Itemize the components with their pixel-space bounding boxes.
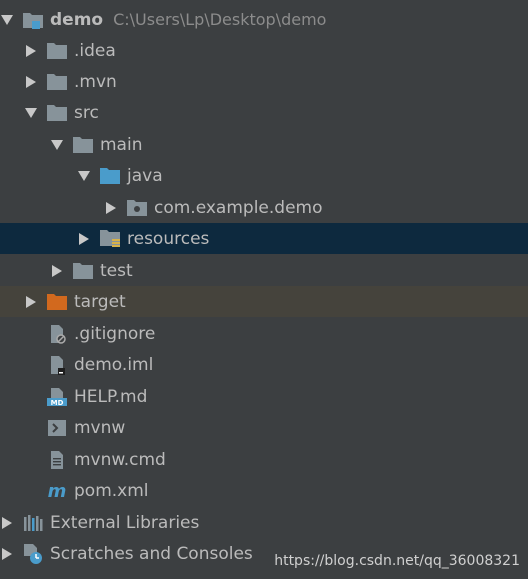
package-icon: [126, 198, 148, 218]
watermark-url: https://blog.csdn.net/qq_36008321: [274, 553, 520, 569]
expanded-arrow-icon[interactable]: [77, 169, 91, 183]
collapsed-arrow-icon[interactable]: [24, 44, 38, 58]
tree-label: External Libraries: [50, 512, 200, 533]
tree-row-package[interactable]: com.example.demo: [0, 192, 528, 223]
tree-row-idea[interactable]: .idea: [0, 35, 528, 66]
tree-row-mvnw-cmd[interactable]: mvnw.cmd: [0, 444, 528, 475]
expanded-arrow-icon[interactable]: [24, 106, 38, 120]
tree-row-pom-xml[interactable]: m pom.xml: [0, 475, 528, 506]
collapsed-arrow-icon[interactable]: [24, 75, 38, 89]
collapsed-arrow-icon[interactable]: [104, 201, 118, 215]
tree-label: .idea: [74, 40, 116, 61]
folder-icon: [72, 135, 94, 155]
collapsed-arrow-icon[interactable]: [0, 516, 14, 530]
tree-label: .mvn: [74, 71, 117, 92]
tree-row-gitignore[interactable]: .gitignore: [0, 318, 528, 349]
folder-icon: [72, 261, 94, 281]
tree-row-mvn[interactable]: .mvn: [0, 66, 528, 97]
tree-label: src: [74, 102, 99, 123]
ignored-file-icon: [46, 324, 68, 344]
folder-icon: [46, 41, 68, 61]
tree-label: mvnw: [74, 417, 126, 438]
tree-label: HELP.md: [74, 386, 148, 407]
tree-label: resources: [127, 228, 210, 249]
module-folder-icon: [22, 10, 44, 30]
markdown-file-icon: MD: [46, 387, 68, 407]
folder-icon: [46, 103, 68, 123]
scratches-icon: [22, 543, 44, 564]
tree-row-main[interactable]: main: [0, 129, 528, 160]
svg-text:m: m: [48, 482, 67, 500]
iml-file-icon: [46, 355, 68, 375]
tree-label: target: [74, 291, 126, 312]
tree-row-resources[interactable]: resources: [0, 223, 528, 254]
tree-row-demo-iml[interactable]: demo.iml: [0, 349, 528, 380]
tree-label: .gitignore: [74, 323, 156, 344]
tree-row-src[interactable]: src: [0, 97, 528, 128]
tree-label: mvnw.cmd: [74, 449, 166, 470]
collapsed-arrow-icon[interactable]: [50, 264, 64, 278]
tree-row-target[interactable]: target: [0, 286, 528, 317]
tree-label: test: [100, 260, 133, 281]
tree-label: demo.iml: [74, 354, 154, 375]
tree-label: main: [100, 134, 143, 155]
maven-icon: m: [46, 481, 68, 501]
tree-label: java: [127, 165, 163, 186]
tree-row-external-libraries[interactable]: External Libraries: [0, 507, 528, 538]
project-path: C:\Users\Lp\Desktop\demo: [113, 10, 327, 29]
expanded-arrow-icon[interactable]: [50, 138, 64, 152]
shell-script-icon: [46, 418, 68, 438]
tree-row-help-md[interactable]: MD HELP.md: [0, 381, 528, 412]
tree-label: demo: [50, 9, 104, 30]
tree-row-demo[interactable]: demo C:\Users\Lp\Desktop\demo: [0, 4, 528, 35]
resources-folder-icon: [99, 229, 121, 249]
svg-text:MD: MD: [51, 399, 64, 407]
tree-label: com.example.demo: [154, 197, 323, 218]
text-file-icon: [46, 450, 68, 470]
folder-icon: [46, 72, 68, 92]
tree-label: pom.xml: [74, 480, 149, 501]
source-folder-icon: [99, 166, 121, 186]
collapsed-arrow-icon[interactable]: [24, 295, 38, 309]
expanded-arrow-icon[interactable]: [0, 13, 14, 27]
libraries-icon: [22, 513, 44, 533]
tree-row-java[interactable]: java: [0, 160, 528, 191]
tree-label: Scratches and Consoles: [50, 543, 253, 564]
tree-row-test[interactable]: test: [0, 255, 528, 286]
excluded-folder-icon: [46, 292, 68, 312]
collapsed-arrow-icon[interactable]: [0, 547, 14, 561]
tree-row-mvnw[interactable]: mvnw: [0, 412, 528, 443]
collapsed-arrow-icon[interactable]: [77, 232, 91, 246]
